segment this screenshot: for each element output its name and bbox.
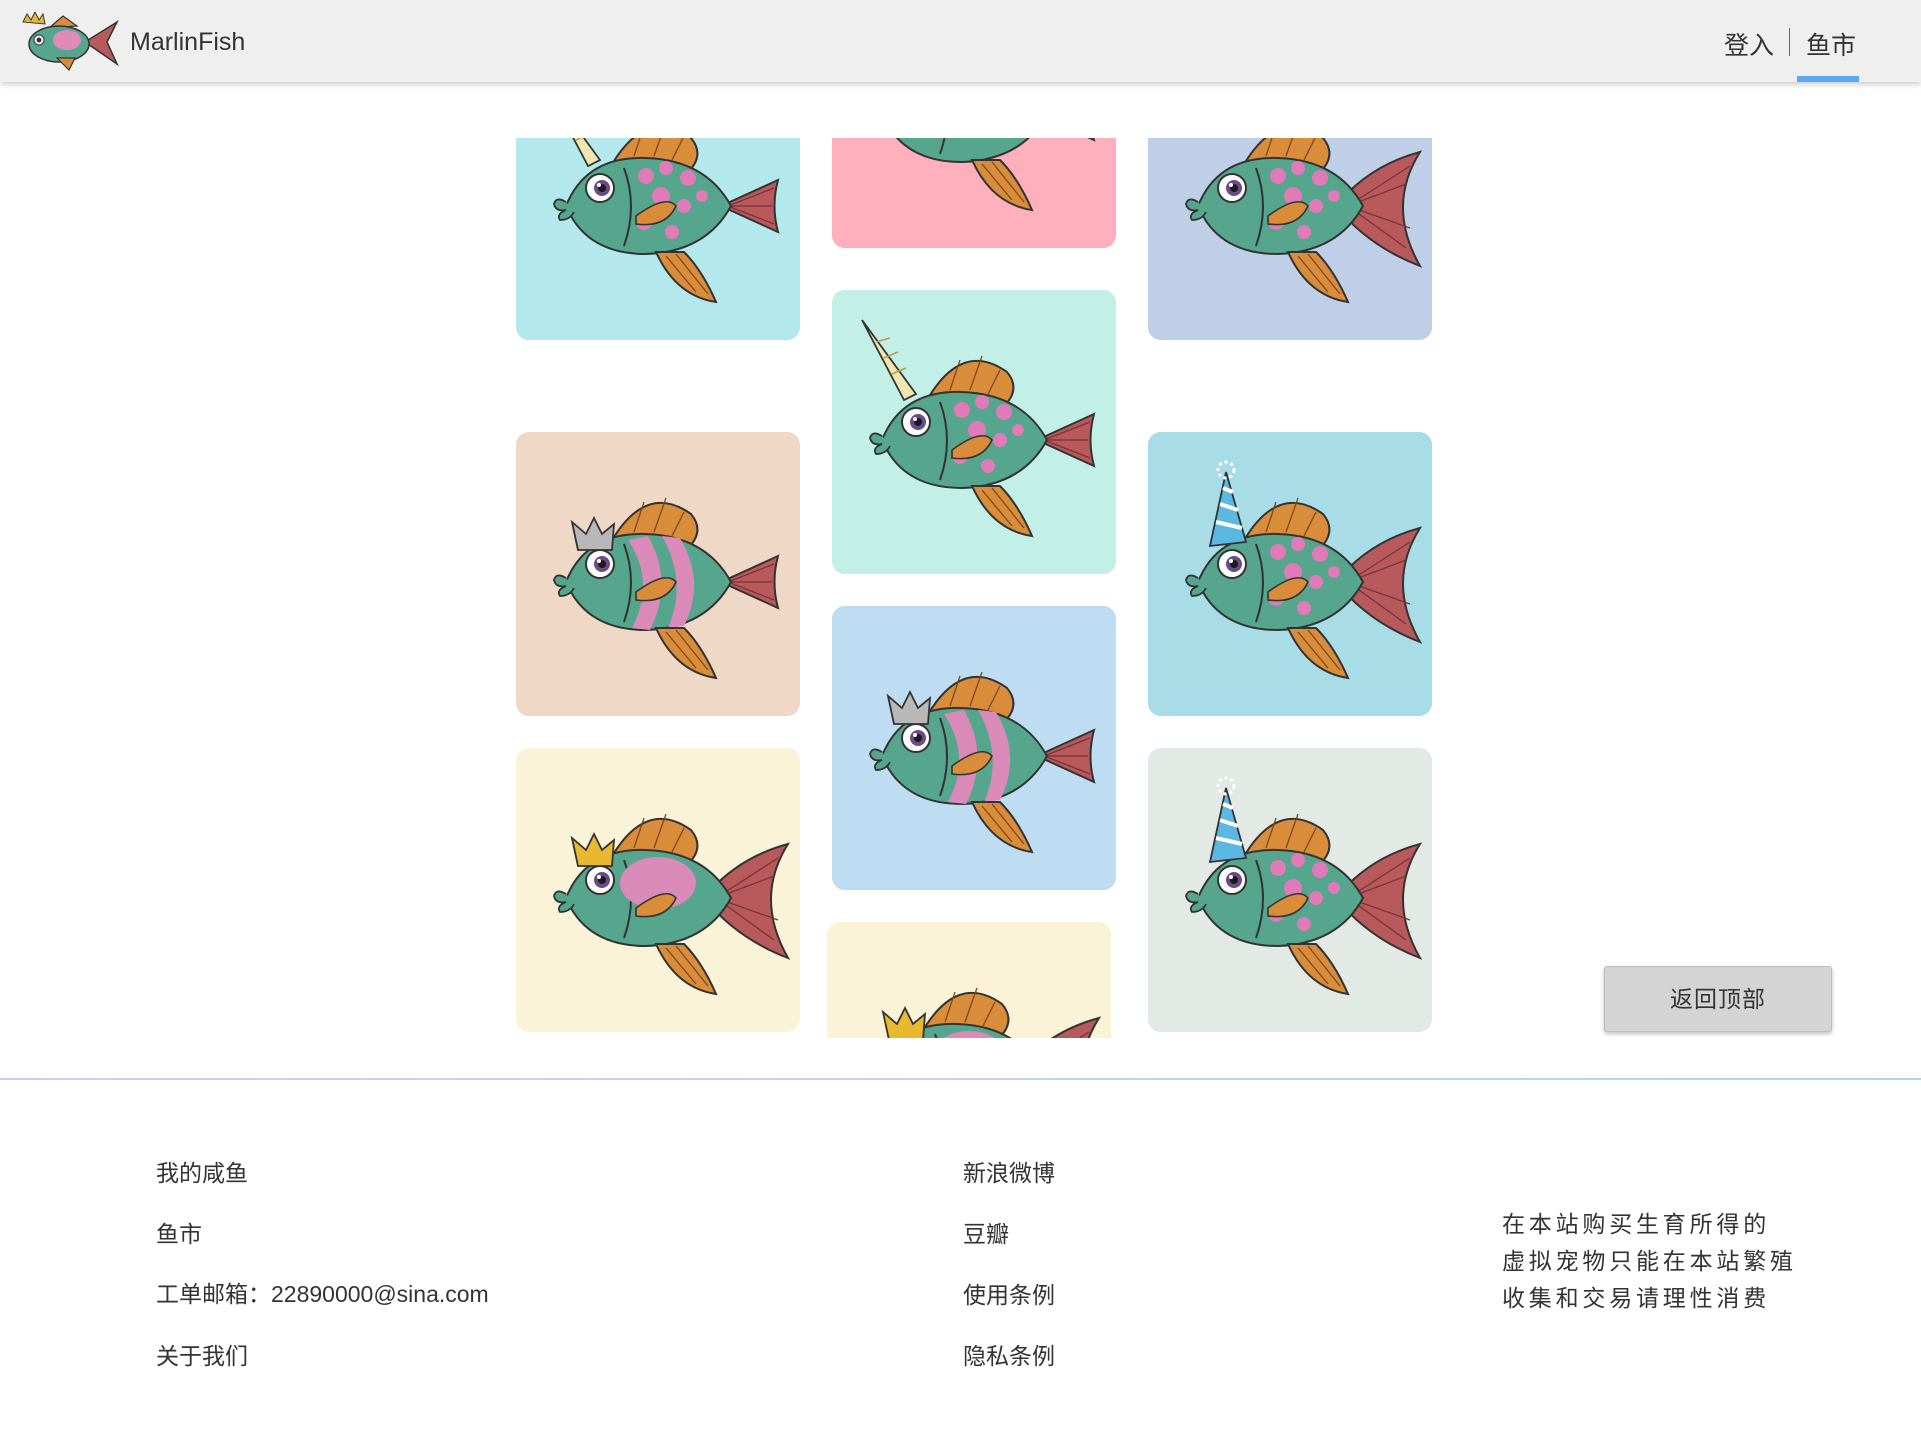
fish-avatar-icon [827, 922, 1111, 1038]
fish-gallery [0, 0, 1921, 1040]
fish-card[interactable] [832, 606, 1116, 890]
fish-card[interactable] [832, 138, 1116, 248]
fish-card[interactable] [1148, 432, 1432, 716]
fish-card[interactable] [1148, 138, 1432, 340]
footer-douban-link[interactable]: 豆瓣 [963, 1215, 1009, 1249]
fish-avatar-icon [832, 290, 1116, 574]
back-to-top-button[interactable]: 返回顶部 [1604, 966, 1832, 1032]
fish-card[interactable] [827, 922, 1111, 1038]
footer-support-email: 工单邮箱：22890000@sina.com [156, 1281, 489, 1307]
fish-avatar-icon [516, 748, 800, 1032]
slogan-line: 收集和交易请理性消费 [1502, 1285, 1770, 1311]
footer-market-link[interactable]: 鱼市 [156, 1215, 202, 1249]
footer-about-link[interactable]: 关于我们 [156, 1337, 248, 1371]
fish-market-tab[interactable]: 鱼市 [1806, 26, 1856, 62]
slogan-line: 虚拟宠物只能在本站繁殖 [1502, 1248, 1797, 1274]
footer-weibo-link[interactable]: 新浪微博 [963, 1154, 1055, 1188]
footer-privacy-link[interactable]: 隐私条例 [963, 1337, 1055, 1371]
slogan-line: 在本站购买生育所得的 [1502, 1211, 1770, 1237]
gallery-viewport [0, 138, 1921, 1038]
active-tab-indicator [1797, 76, 1859, 82]
fish-card[interactable] [516, 432, 800, 716]
footer-my-fish-link[interactable]: 我的咸鱼 [156, 1154, 248, 1188]
fish-avatar-icon [516, 432, 800, 716]
footer-slogan: 在本站购买生育所得的 虚拟宠物只能在本站繁殖 收集和交易请理性消费 [1502, 1206, 1797, 1317]
fish-card[interactable] [832, 290, 1116, 574]
footer-divider [0, 1078, 1921, 1080]
fish-card[interactable] [1148, 748, 1432, 1032]
top-navbar: MarlinFish 登入 鱼市 [0, 0, 1921, 82]
fish-card[interactable] [516, 138, 800, 340]
brand-name[interactable]: MarlinFish [130, 28, 245, 57]
login-link[interactable]: 登入 [1724, 26, 1774, 62]
footer-terms-link[interactable]: 使用条例 [963, 1276, 1055, 1310]
fish-avatar-icon [1148, 138, 1432, 340]
fish-avatar-icon [832, 606, 1116, 890]
marlinfish-logo-icon[interactable] [19, 12, 121, 72]
nav-divider [1789, 28, 1790, 56]
fish-avatar-icon [832, 138, 1116, 248]
fish-avatar-icon [516, 138, 800, 340]
fish-card[interactable] [516, 748, 800, 1032]
fish-avatar-icon [1148, 432, 1432, 716]
fish-avatar-icon [1148, 748, 1432, 1032]
